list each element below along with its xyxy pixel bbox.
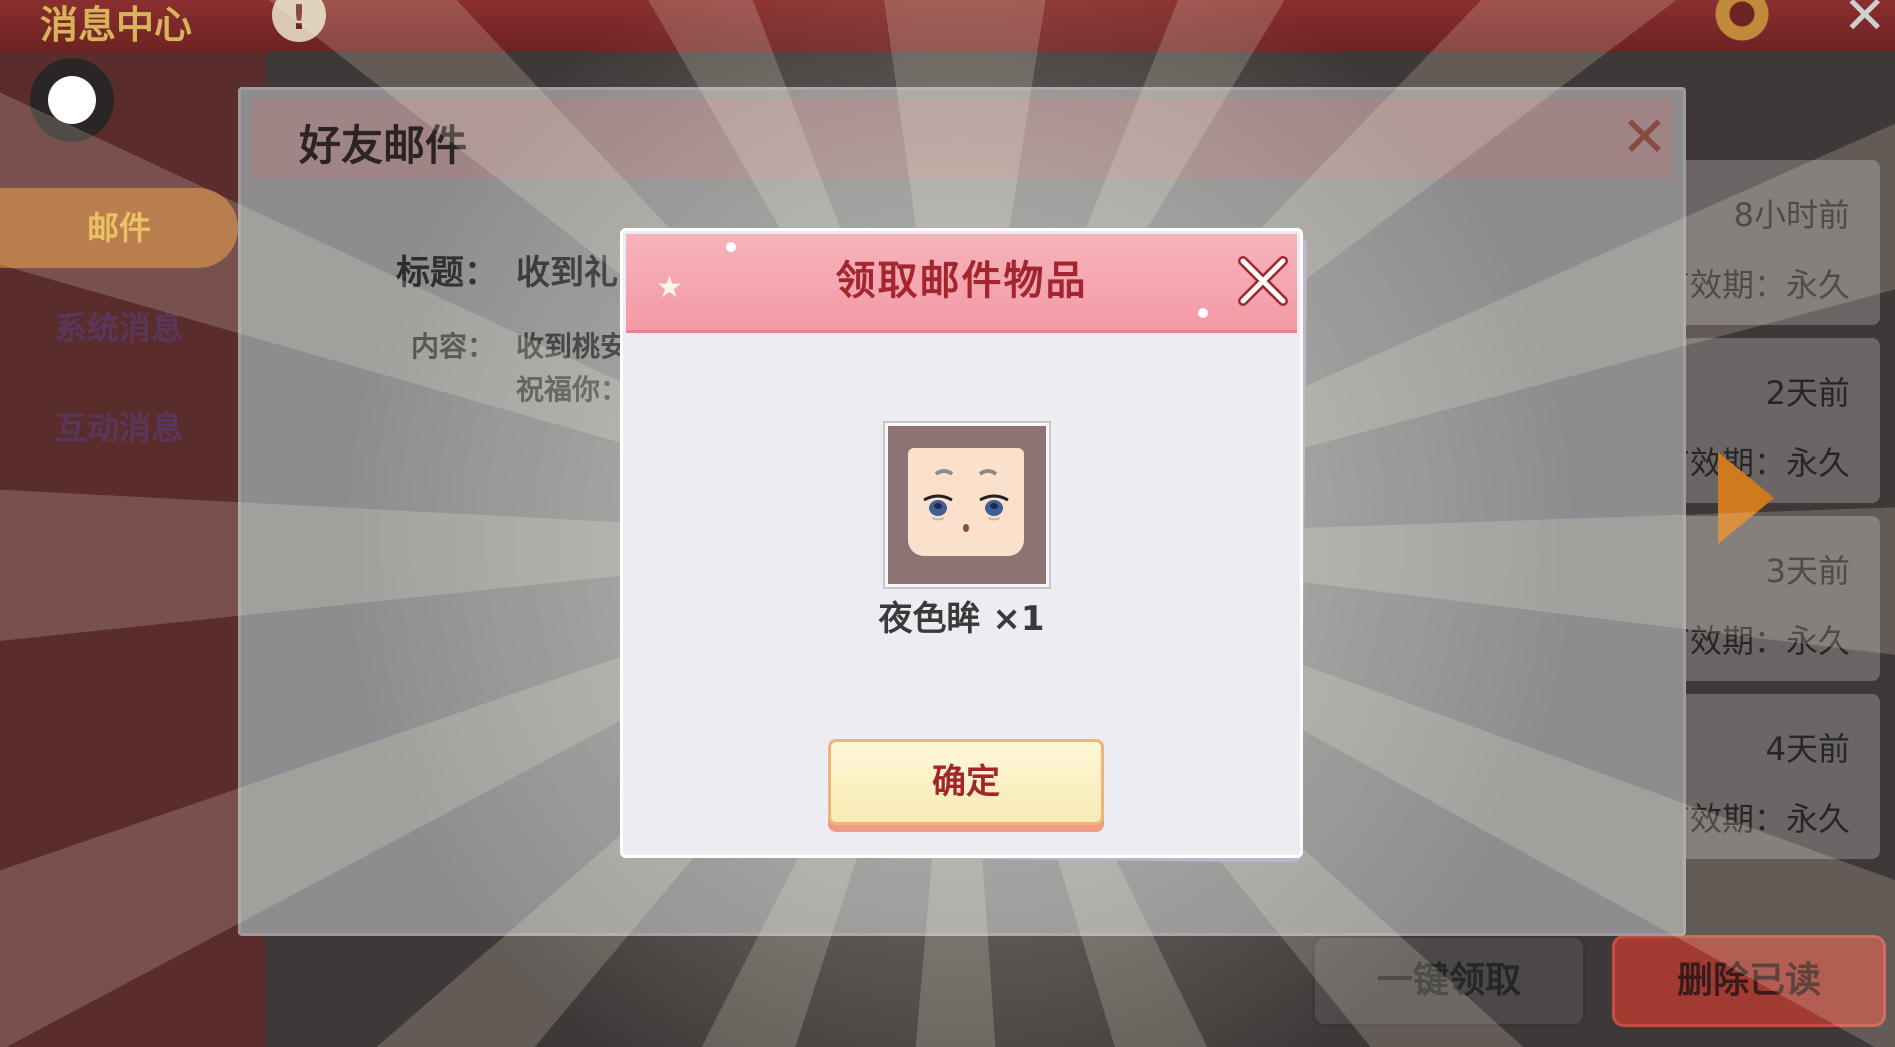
close-icon[interactable]: ✕ xyxy=(1621,108,1668,168)
list-item[interactable]: 8小时前 有效期：永久 xyxy=(1658,160,1880,325)
mail-validity: 有效期：永久 xyxy=(1657,622,1850,660)
claim-item-dialog: ★ 领取邮件物品 夜色眸 ×1 确定 xyxy=(620,228,1303,858)
circle-icon xyxy=(48,76,96,124)
content-line: 收到桃安 xyxy=(516,330,629,363)
mail-time: 4天前 xyxy=(1765,730,1850,768)
gear-icon[interactable] xyxy=(1712,0,1772,44)
sidebar-item-system[interactable]: 系统消息 xyxy=(0,288,238,368)
dialog-header: 好友邮件 ✕ xyxy=(251,98,1673,178)
dialog-title: 好友邮件 xyxy=(299,121,468,170)
sidebar-item-mail[interactable]: 邮件 xyxy=(0,188,238,268)
mail-time: 3天前 xyxy=(1765,552,1850,590)
face-icon xyxy=(908,448,1024,556)
sidebar: 邮件 系统消息 互动消息 xyxy=(0,52,265,1047)
mail-time: 2天前 xyxy=(1765,374,1850,412)
top-bar: 消息中心 ! ✕ xyxy=(0,0,1895,52)
subject-label: 标题： xyxy=(396,253,498,293)
close-icon[interactable]: ✕ xyxy=(1843,0,1887,46)
mail-validity: 有效期：永久 xyxy=(1657,266,1850,304)
info-icon[interactable]: ! xyxy=(272,0,326,42)
content-label: 内容： xyxy=(411,330,496,363)
mail-validity: 有效期：永久 xyxy=(1657,800,1850,838)
app-title: 消息中心 xyxy=(40,3,193,47)
confirm-button[interactable]: 确定 xyxy=(828,739,1104,825)
close-icon[interactable] xyxy=(1235,253,1291,309)
floating-button[interactable] xyxy=(30,58,114,142)
dialog-title: 领取邮件物品 xyxy=(835,258,1088,304)
list-item[interactable]: 4天前 有效期：永久 xyxy=(1658,694,1880,859)
mail-time: 8小时前 xyxy=(1733,196,1850,234)
item-slot[interactable] xyxy=(885,423,1049,587)
subject-value: 收到礼 xyxy=(516,253,618,293)
sidebar-item-interaction[interactable]: 互动消息 xyxy=(0,388,238,468)
claim-all-button[interactable]: 一键领取 xyxy=(1312,935,1586,1027)
item-name: 夜色眸 ×1 xyxy=(878,599,1045,639)
delete-read-button[interactable]: 删除已读 xyxy=(1612,935,1886,1027)
next-arrow-icon[interactable] xyxy=(1718,452,1774,544)
content-line: 祝福你： xyxy=(516,373,629,406)
